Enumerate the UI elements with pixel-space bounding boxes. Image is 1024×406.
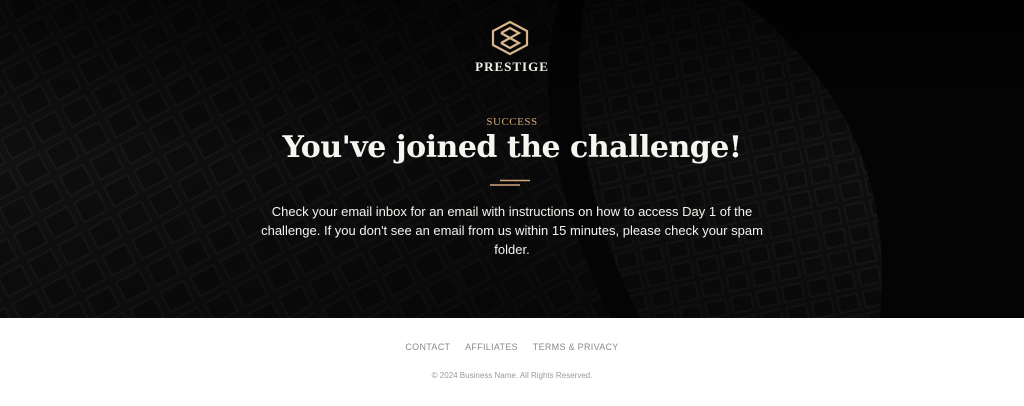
prestige-monogram-icon bbox=[491, 20, 529, 56]
footer: CONTACT AFFILIATES TERMS & PRIVACY © 202… bbox=[0, 318, 1024, 406]
accent-divider bbox=[490, 179, 530, 186]
footer-link-contact[interactable]: CONTACT bbox=[405, 342, 450, 352]
footer-nav: CONTACT AFFILIATES TERMS & PRIVACY bbox=[0, 342, 1024, 352]
footer-link-terms-privacy[interactable]: TERMS & PRIVACY bbox=[533, 342, 619, 352]
copyright-text: © 2024 Business Name. All Rights Reserve… bbox=[431, 371, 593, 380]
hero-section: PRESTIGE SUCCESS You've joined the chall… bbox=[0, 0, 1024, 318]
page-title: You've joined the challenge! bbox=[282, 130, 743, 165]
success-eyebrow: SUCCESS bbox=[486, 116, 538, 128]
brand-name: PRESTIGE bbox=[475, 59, 549, 74]
hero-content: PRESTIGE SUCCESS You've joined the chall… bbox=[0, 0, 1024, 318]
footer-link-affiliates[interactable]: AFFILIATES bbox=[465, 342, 518, 352]
confirmation-message: Check your email inbox for an email with… bbox=[261, 204, 763, 257]
